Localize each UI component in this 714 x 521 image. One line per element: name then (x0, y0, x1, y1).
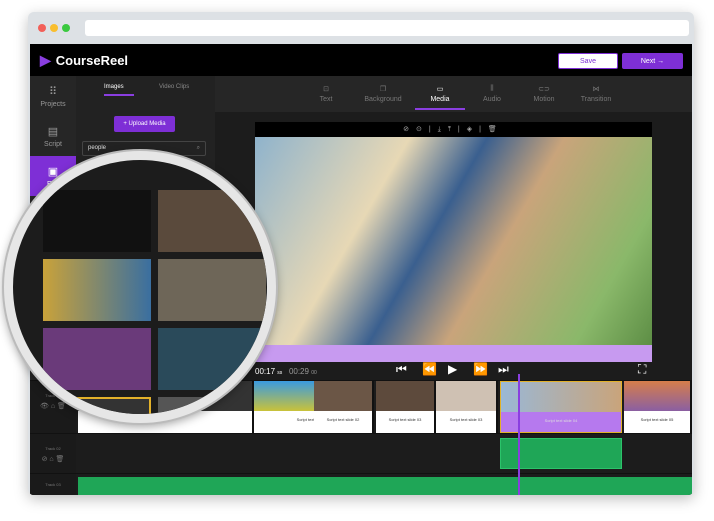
media-thumb[interactable] (43, 328, 151, 390)
motion-icon: ⊂⊃ (538, 86, 550, 93)
tab-text[interactable]: ⊡ Text (301, 76, 351, 112)
label: Transition (580, 96, 612, 103)
search-value: people (88, 145, 107, 151)
label: Media (430, 96, 450, 103)
fullscreen-icon[interactable]: ⛶ (638, 362, 646, 377)
minimize-dot[interactable] (50, 24, 58, 32)
address-bar[interactable] (85, 20, 689, 36)
preview-image (255, 137, 652, 345)
edit-icon: ▣ (47, 165, 59, 178)
skip-start-icon[interactable]: ⏮ (396, 362, 407, 377)
sidebar-item-projects[interactable]: ⠿ Projects (30, 76, 76, 116)
text-icon: ⊡ (323, 86, 329, 93)
search-icon[interactable]: ⌕ (197, 145, 200, 152)
sidebar-item-script[interactable]: ▤ Script (30, 116, 76, 156)
tab-video-clips[interactable]: Video Clips (159, 84, 189, 96)
canvas-tools[interactable]: ⊘⊙|⤓⤒|◈|🗑 (255, 122, 652, 134)
label: Script (44, 140, 62, 148)
play-icon[interactable]: ▶ (448, 362, 457, 376)
clip[interactable]: Script text slide 05 (624, 381, 692, 433)
track-label: Track 02 (45, 446, 61, 451)
selected-text-bar[interactable] (255, 345, 652, 362)
upload-media-button[interactable]: + Upload Media (114, 116, 175, 132)
brand-name: CourseReel (55, 53, 129, 68)
media-thumb[interactable] (43, 259, 151, 321)
preview-stage: ⊘⊙|⤓⤒|◈|🗑 (255, 122, 652, 362)
track-header: Track 02 ⊘ ⌂ 🗑 (30, 434, 76, 473)
track-label: Track 03 (45, 482, 61, 487)
transition-icon: ⋈ (592, 86, 600, 93)
tab-media[interactable]: ▭ Media (415, 76, 465, 112)
skip-end-icon[interactable]: ⏭ (498, 362, 509, 377)
total-time: 00:29 (288, 367, 309, 376)
tab-audio[interactable]: ⫼ Audio (467, 76, 517, 112)
background-icon: ❐ (379, 86, 387, 93)
tab-motion[interactable]: ⊂⊃ Motion (519, 76, 569, 112)
grid-icon: ⠿ (48, 85, 58, 98)
media-thumb[interactable] (43, 190, 151, 252)
script-icon: ▤ (47, 125, 59, 138)
label: Motion (533, 96, 555, 103)
logo: ▶ CourseReel (40, 52, 128, 69)
tab-images[interactable]: Images (104, 84, 134, 96)
media-thumb[interactable] (158, 328, 266, 390)
media-grid (43, 190, 266, 414)
track-controls[interactable]: ⊘ ⌂ 🗑 (30, 455, 76, 463)
label: Projects (40, 100, 66, 108)
close-dot[interactable] (38, 24, 46, 32)
save-button[interactable]: Save (558, 53, 618, 69)
audio-clip[interactable] (78, 477, 692, 495)
magnifier (4, 151, 276, 423)
clip[interactable]: Script text slide 03 (436, 381, 498, 433)
fast-forward-icon[interactable]: ⏩ (473, 362, 488, 376)
playhead[interactable] (518, 374, 520, 495)
audio-icon: ⫼ (490, 85, 494, 92)
mic-play-icon: ▶ (40, 52, 51, 68)
total-sub: 00 (311, 370, 317, 376)
maximize-dot[interactable] (62, 24, 70, 32)
header: ▶ CourseReel Save Next → (30, 44, 692, 76)
media-icon: ▭ (436, 86, 444, 93)
clip[interactable]: Script text slide 02 (314, 381, 374, 433)
rewind-icon[interactable]: ⏪ (422, 362, 437, 376)
label: Audio (483, 96, 501, 103)
next-button[interactable]: Next → (622, 53, 683, 69)
tab-transition[interactable]: ⋈ Transition (571, 76, 621, 112)
current-sub: ss (277, 370, 283, 376)
track-3: Track 03 (30, 473, 692, 495)
track-header: Track 03 (30, 474, 76, 495)
track-2: Track 02 ⊘ ⌂ 🗑 (30, 433, 692, 473)
label: Background (364, 96, 402, 103)
clip[interactable]: Script text slide 03 (376, 381, 436, 433)
media-thumb[interactable] (158, 190, 266, 252)
toolbar-tabs: ⊡ Text ❐ Background ▭ Media ⫼ Audio ⊂⊃ Motion… (215, 76, 692, 112)
tab-background[interactable]: ❐ Background (353, 76, 413, 112)
label: Text (319, 96, 333, 103)
media-thumb[interactable] (158, 259, 266, 321)
